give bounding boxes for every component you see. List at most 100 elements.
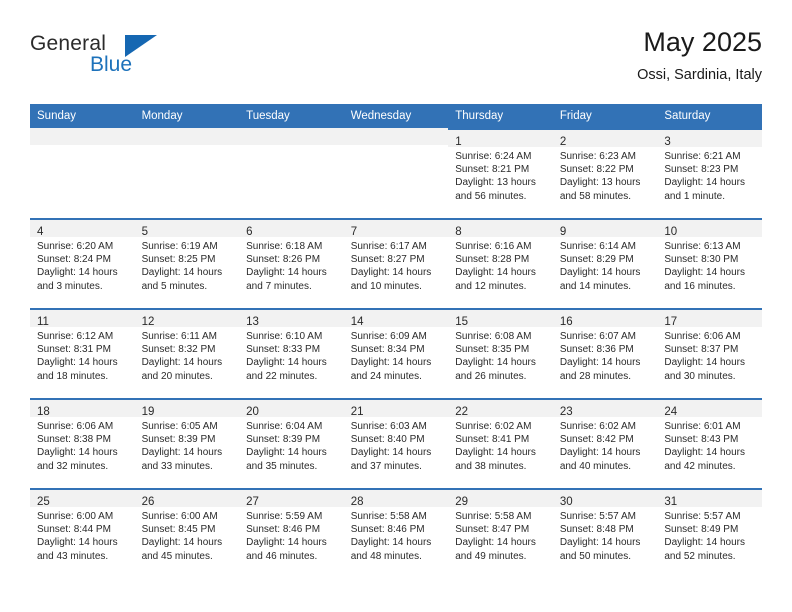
cell-inner[interactable]: 19 Sunrise: 6:05 AM Sunset: 8:39 PM Dayligh…: [134, 398, 240, 488]
calendar-week-row: 25 Sunrise: 6:00 AM Sunset: 8:44 PM Dayligh…: [30, 488, 762, 578]
daylight-text-line2: and 46 minutes.: [246, 550, 318, 562]
day-number-band: 15: [448, 310, 553, 328]
cell-inner[interactable]: 16 Sunrise: 6:07 AM Sunset: 8:36 PM Dayligh…: [552, 308, 658, 398]
sunrise-text: Sunrise: 6:00 AM: [141, 511, 218, 522]
sunset-text: Sunset: 8:46 PM: [350, 524, 425, 536]
day-number: 13: [246, 316, 259, 328]
day-number-band: 31: [657, 490, 762, 508]
daylight-text-line2: and 49 minutes.: [455, 550, 527, 562]
brand-logo[interactable]: General Blue: [30, 32, 200, 84]
cell-inner[interactable]: 6 Sunrise: 6:18 AM Sunset: 8:26 PM Daylight…: [239, 218, 344, 308]
calendar-day-cell: 27 Sunrise: 5:59 AM Sunset: 8:46 PM Dayligh…: [239, 488, 344, 578]
day-detail-lines: Sunrise: 5:57 AM Sunset: 8:48 PM Daylight:…: [553, 507, 658, 563]
cell-inner[interactable]: 29 Sunrise: 5:58 AM Sunset: 8:47 PM Dayligh…: [448, 488, 553, 578]
cell-inner[interactable]: 24 Sunrise: 6:01 AM Sunset: 8:43 PM Dayligh…: [657, 398, 762, 488]
cell-inner[interactable]: 26 Sunrise: 6:00 AM Sunset: 8:45 PM Dayligh…: [134, 488, 240, 578]
daylight-text-line2: and 12 minutes.: [455, 280, 527, 292]
cell-inner[interactable]: 3 Sunrise: 6:21 AM Sunset: 8:23 PM Daylight…: [657, 128, 762, 218]
daylight-text-line2: and 28 minutes.: [559, 370, 631, 382]
day-detail-lines: Sunrise: 6:12 AM Sunset: 8:31 PM Daylight:…: [30, 327, 135, 383]
calendar-day-cell: 26 Sunrise: 6:00 AM Sunset: 8:45 PM Dayligh…: [134, 488, 240, 578]
cell-inner[interactable]: 23 Sunrise: 6:02 AM Sunset: 8:42 PM Dayligh…: [552, 398, 658, 488]
sunset-text: Sunset: 8:28 PM: [455, 254, 530, 266]
cell-inner[interactable]: 17 Sunrise: 6:06 AM Sunset: 8:37 PM Dayligh…: [657, 308, 762, 398]
cell-inner[interactable]: 11 Sunrise: 6:12 AM Sunset: 8:31 PM Dayligh…: [30, 308, 135, 398]
sunset-text: Sunset: 8:46 PM: [246, 524, 321, 536]
cell-inner: [30, 128, 135, 218]
sunset-text: Sunset: 8:49 PM: [664, 524, 739, 536]
day-number: 15: [455, 316, 469, 328]
day-number: 18: [37, 406, 50, 418]
day-number: 8: [455, 226, 462, 238]
cell-inner[interactable]: 27 Sunrise: 5:59 AM Sunset: 8:46 PM Dayligh…: [239, 488, 344, 578]
daylight-text-line1: Daylight: 14 hours: [246, 267, 327, 279]
cell-inner[interactable]: 25 Sunrise: 6:00 AM Sunset: 8:44 PM Dayligh…: [30, 488, 135, 578]
daylight-text-line2: and 30 minutes.: [664, 370, 736, 382]
day-detail-lines: Sunrise: 6:19 AM Sunset: 8:25 PM Daylight:…: [135, 237, 240, 293]
daylight-text-line2: and 22 minutes.: [246, 370, 318, 382]
cell-inner[interactable]: 10 Sunrise: 6:13 AM Sunset: 8:30 PM Dayligh…: [657, 218, 762, 308]
day-number: 2: [559, 136, 567, 148]
day-number-band: [134, 128, 240, 145]
cell-inner[interactable]: 20 Sunrise: 6:04 AM Sunset: 8:39 PM Dayligh…: [239, 398, 344, 488]
calendar-day-cell: 4 Sunrise: 6:20 AM Sunset: 8:24 PM Daylight…: [30, 218, 135, 308]
sunset-text: Sunset: 8:36 PM: [559, 344, 634, 356]
cell-inner[interactable]: 13 Sunrise: 6:10 AM Sunset: 8:33 PM Dayligh…: [239, 308, 344, 398]
day-number-band: 20: [239, 400, 344, 418]
cell-inner[interactable]: 7 Sunrise: 6:17 AM Sunset: 8:27 PM Daylight…: [343, 218, 449, 308]
page-title: May 2025: [643, 27, 762, 57]
cell-inner[interactable]: 8 Sunrise: 6:16 AM Sunset: 8:28 PM Daylight…: [448, 218, 553, 308]
cell-inner[interactable]: 31 Sunrise: 5:57 AM Sunset: 8:49 PM Dayligh…: [657, 488, 762, 578]
sunset-text: Sunset: 8:43 PM: [664, 434, 739, 446]
daylight-text-line1: Daylight: 14 hours: [559, 537, 641, 549]
calendar-week-row: 11 Sunrise: 6:12 AM Sunset: 8:31 PM Dayligh…: [30, 308, 762, 398]
daylight-text-line1: Daylight: 14 hours: [664, 537, 745, 549]
day-number: 27: [246, 496, 259, 508]
cell-inner[interactable]: 21 Sunrise: 6:03 AM Sunset: 8:40 PM Dayligh…: [343, 398, 449, 488]
day-detail-lines: Sunrise: 6:00 AM Sunset: 8:45 PM Daylight:…: [135, 507, 240, 563]
sunrise-text: Sunrise: 6:09 AM: [350, 331, 427, 342]
calendar-week-row: 1 Sunrise: 6:24 AM Sunset: 8:21 PM Daylight…: [30, 128, 762, 218]
daylight-text-line1: Daylight: 14 hours: [559, 447, 641, 459]
cell-inner[interactable]: 15 Sunrise: 6:08 AM Sunset: 8:35 PM Dayligh…: [448, 308, 553, 398]
day-detail-lines: Sunrise: 6:08 AM Sunset: 8:35 PM Daylight:…: [448, 327, 553, 383]
day-detail-lines: Sunrise: 6:10 AM Sunset: 8:33 PM Daylight:…: [239, 327, 344, 383]
calendar-day-cell: 14 Sunrise: 6:09 AM Sunset: 8:34 PM Dayligh…: [343, 308, 449, 398]
sunrise-text: Sunrise: 6:00 AM: [37, 511, 114, 522]
cell-inner[interactable]: 12 Sunrise: 6:11 AM Sunset: 8:32 PM Dayligh…: [134, 308, 240, 398]
day-number-band: 25: [30, 490, 135, 508]
day-number: 30: [559, 496, 573, 508]
cell-inner[interactable]: 30 Sunrise: 5:57 AM Sunset: 8:48 PM Dayligh…: [552, 488, 658, 578]
daylight-text-line1: Daylight: 14 hours: [246, 537, 327, 549]
calendar-day-cell: 30 Sunrise: 5:57 AM Sunset: 8:48 PM Dayligh…: [552, 488, 658, 578]
cell-inner[interactable]: 4 Sunrise: 6:20 AM Sunset: 8:24 PM Daylight…: [30, 218, 135, 308]
cell-inner[interactable]: 22 Sunrise: 6:02 AM Sunset: 8:41 PM Dayligh…: [448, 398, 553, 488]
day-number: 12: [141, 316, 155, 328]
cell-inner[interactable]: 28 Sunrise: 5:58 AM Sunset: 8:46 PM Dayligh…: [343, 488, 449, 578]
sunset-text: Sunset: 8:38 PM: [37, 434, 111, 446]
weekday-header-saturday: Saturday: [657, 104, 762, 128]
day-number: 24: [664, 406, 678, 418]
day-number-band: 9: [552, 220, 658, 238]
day-detail-lines: Sunrise: 6:11 AM Sunset: 8:32 PM Daylight:…: [135, 327, 240, 383]
cell-inner[interactable]: 2 Sunrise: 6:23 AM Sunset: 8:22 PM Daylight…: [552, 128, 658, 218]
calendar-day-cell: 29 Sunrise: 5:58 AM Sunset: 8:47 PM Dayligh…: [448, 488, 553, 578]
sunset-text: Sunset: 8:33 PM: [246, 344, 321, 356]
cell-inner[interactable]: 14 Sunrise: 6:09 AM Sunset: 8:34 PM Dayligh…: [343, 308, 449, 398]
calendar-cell-empty: [134, 128, 240, 218]
cell-inner[interactable]: 18 Sunrise: 6:06 AM Sunset: 8:38 PM Dayligh…: [30, 398, 135, 488]
day-number: 23: [559, 406, 573, 418]
day-number: 28: [350, 496, 364, 508]
calendar-week-row: 18 Sunrise: 6:06 AM Sunset: 8:38 PM Dayligh…: [30, 398, 762, 488]
daylight-text-line2: and 35 minutes.: [246, 460, 318, 472]
sunrise-text: Sunrise: 5:59 AM: [246, 511, 323, 522]
sunset-text: Sunset: 8:29 PM: [559, 254, 634, 266]
cell-inner[interactable]: 1 Sunrise: 6:24 AM Sunset: 8:21 PM Daylight…: [448, 128, 553, 218]
cell-inner[interactable]: 9 Sunrise: 6:14 AM Sunset: 8:29 PM Daylight…: [552, 218, 658, 308]
cell-inner: [239, 128, 344, 218]
daylight-text-line1: Daylight: 14 hours: [664, 267, 745, 279]
day-number-band: 28: [343, 490, 449, 508]
calendar-day-cell: 12 Sunrise: 6:11 AM Sunset: 8:32 PM Dayligh…: [134, 308, 240, 398]
cell-inner[interactable]: 5 Sunrise: 6:19 AM Sunset: 8:25 PM Daylight…: [134, 218, 240, 308]
day-detail-lines: Sunrise: 5:57 AM Sunset: 8:49 PM Daylight:…: [657, 507, 762, 563]
